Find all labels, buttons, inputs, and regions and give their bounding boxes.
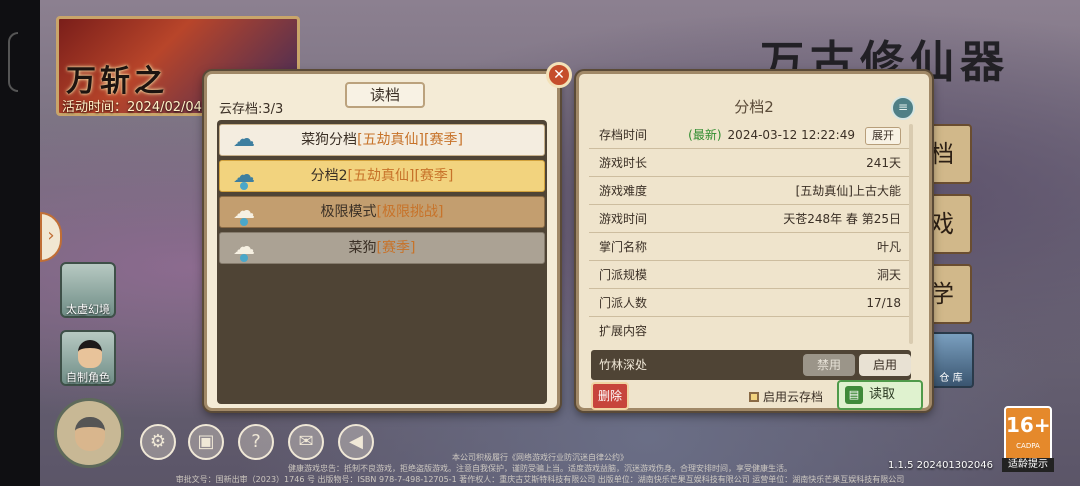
event-title: 万斩之 xyxy=(66,64,168,99)
detail-row-leader-name: 掌门名称 叶凡 xyxy=(589,234,911,261)
detail-row-playtime: 游戏时长 241天 xyxy=(589,150,911,177)
detail-key: 游戏时长 xyxy=(599,156,648,170)
expand-button[interactable]: 展开 xyxy=(865,126,901,145)
detail-value: 17/18 xyxy=(866,296,901,310)
detail-value: 洞天 xyxy=(876,268,901,282)
load-label: 读取 xyxy=(869,387,896,402)
character-avatar-icon xyxy=(78,340,102,368)
cloud-save-count: 云存档:3/3 xyxy=(219,102,284,117)
slot-label: 菜狗[赛季] xyxy=(348,240,416,256)
detail-value: 241天 xyxy=(866,156,901,170)
footer-line-3: 审批文号：国新出审（2023）1746 号 出版物号：ISBN 978-7-49… xyxy=(175,475,905,484)
delete-button[interactable]: 删除 xyxy=(591,382,629,410)
detail-row-save-time: 存档时间 (最新) 2024-03-12 12:22:49 展开 xyxy=(589,122,911,149)
detail-row-sect-scale: 门派规模 洞天 xyxy=(589,262,911,289)
edge-notch xyxy=(8,32,18,92)
close-icon[interactable]: ✕ xyxy=(546,62,572,88)
detail-list[interactable]: 存档时间 (最新) 2024-03-12 12:22:49 展开 游戏时长 241天… xyxy=(589,122,911,350)
age-rating-label: 适龄提示 xyxy=(1002,458,1054,472)
save-slot[interactable]: ☁ 菜狗[赛季] xyxy=(219,232,545,264)
device-edge xyxy=(0,0,40,486)
event-time: 活动时间：2024/02/04 xyxy=(62,100,202,115)
age-rating-org: CADPA xyxy=(1016,442,1040,450)
detail-row-game-time: 游戏时间 天苍248年 春 第25日 xyxy=(589,206,911,233)
detail-value: 天苍248年 春 第25日 xyxy=(783,212,901,226)
save-list-panel: 读档 云存档:3/3 ☁ 菜狗分档[五劫真仙][赛季] ☁ 分档2[五劫真仙][… xyxy=(204,71,560,411)
version-text: 1.1.5 202401302046 xyxy=(888,460,993,471)
enable-cloud-save-checkbox[interactable]: 启用云存档 xyxy=(749,388,823,405)
slot-label: 分档2[五劫真仙][赛季] xyxy=(310,168,454,184)
warehouse-tile[interactable]: 仓 库 xyxy=(928,332,974,388)
save-slot-list[interactable]: ☁ 菜狗分档[五劫真仙][赛季] ☁ 分档2[五劫真仙][赛季] ☁ 极限模式[… xyxy=(217,120,547,404)
checkbox-icon xyxy=(749,392,759,402)
side-tile-label: 太虚幻境 xyxy=(66,303,110,316)
load-button[interactable]: ▤ 读取 xyxy=(837,380,923,410)
enable-toggle[interactable]: 启用 xyxy=(859,354,911,376)
detail-value: [五劫真仙]上古大能 xyxy=(795,184,901,198)
slot-label: 极限模式[极限挑战] xyxy=(320,204,444,220)
detail-value: (最新) 2024-03-12 12:22:49 展开 xyxy=(688,122,901,148)
cloud-sync-icon[interactable]: ≡ xyxy=(891,96,915,120)
save-slot[interactable]: ☁ 菜狗分档[五劫真仙][赛季] xyxy=(219,124,545,156)
latest-badge: (最新) xyxy=(688,128,722,142)
detail-key: 门派规模 xyxy=(599,268,648,282)
side-tile-taixu[interactable]: 太虚幻境 xyxy=(60,262,116,318)
detail-key: 游戏时间 xyxy=(599,212,648,226)
load-icon: ▤ xyxy=(845,386,863,404)
save-slot[interactable]: ☁ 极限模式[极限挑战] xyxy=(219,196,545,228)
detail-key: 扩展内容 xyxy=(599,324,648,338)
detail-row-sect-members: 门派人数 17/18 xyxy=(589,290,911,317)
detail-key: 门派人数 xyxy=(599,296,648,310)
detail-key: 掌门名称 xyxy=(599,240,648,254)
slot-label: 菜狗分档[五劫真仙][赛季] xyxy=(301,132,463,148)
checkbox-label: 启用云存档 xyxy=(763,390,824,404)
extension-item: 竹林深处 禁用 启用 xyxy=(591,350,911,380)
disable-toggle[interactable]: 禁用 xyxy=(803,354,855,376)
warehouse-label: 仓 库 xyxy=(939,373,963,384)
extension-name: 竹林深处 xyxy=(599,358,648,372)
detail-title: 分档2 xyxy=(734,98,774,116)
detail-key: 游戏难度 xyxy=(599,184,648,198)
detail-scrollbar[interactable] xyxy=(909,124,913,344)
panel-title: 读档 xyxy=(345,82,425,108)
detail-row-extensions: 扩展内容 xyxy=(589,318,911,345)
detail-row-difficulty: 游戏难度 [五劫真仙]上古大能 xyxy=(589,178,911,205)
save-detail-panel: 分档2 ≡ 存档时间 (最新) 2024-03-12 12:22:49 展开 游戏时… xyxy=(576,71,932,411)
avatar-face-icon xyxy=(75,417,105,451)
side-tile-custom-character[interactable]: 自制角色 xyxy=(60,330,116,386)
side-tile-label: 自制角色 xyxy=(66,371,110,384)
detail-key: 存档时间 xyxy=(599,128,648,142)
age-rating: 16+ xyxy=(1006,413,1051,437)
save-slot-selected[interactable]: ☁ 分档2[五劫真仙][赛季] xyxy=(219,160,545,192)
detail-value: 叶凡 xyxy=(876,240,901,254)
